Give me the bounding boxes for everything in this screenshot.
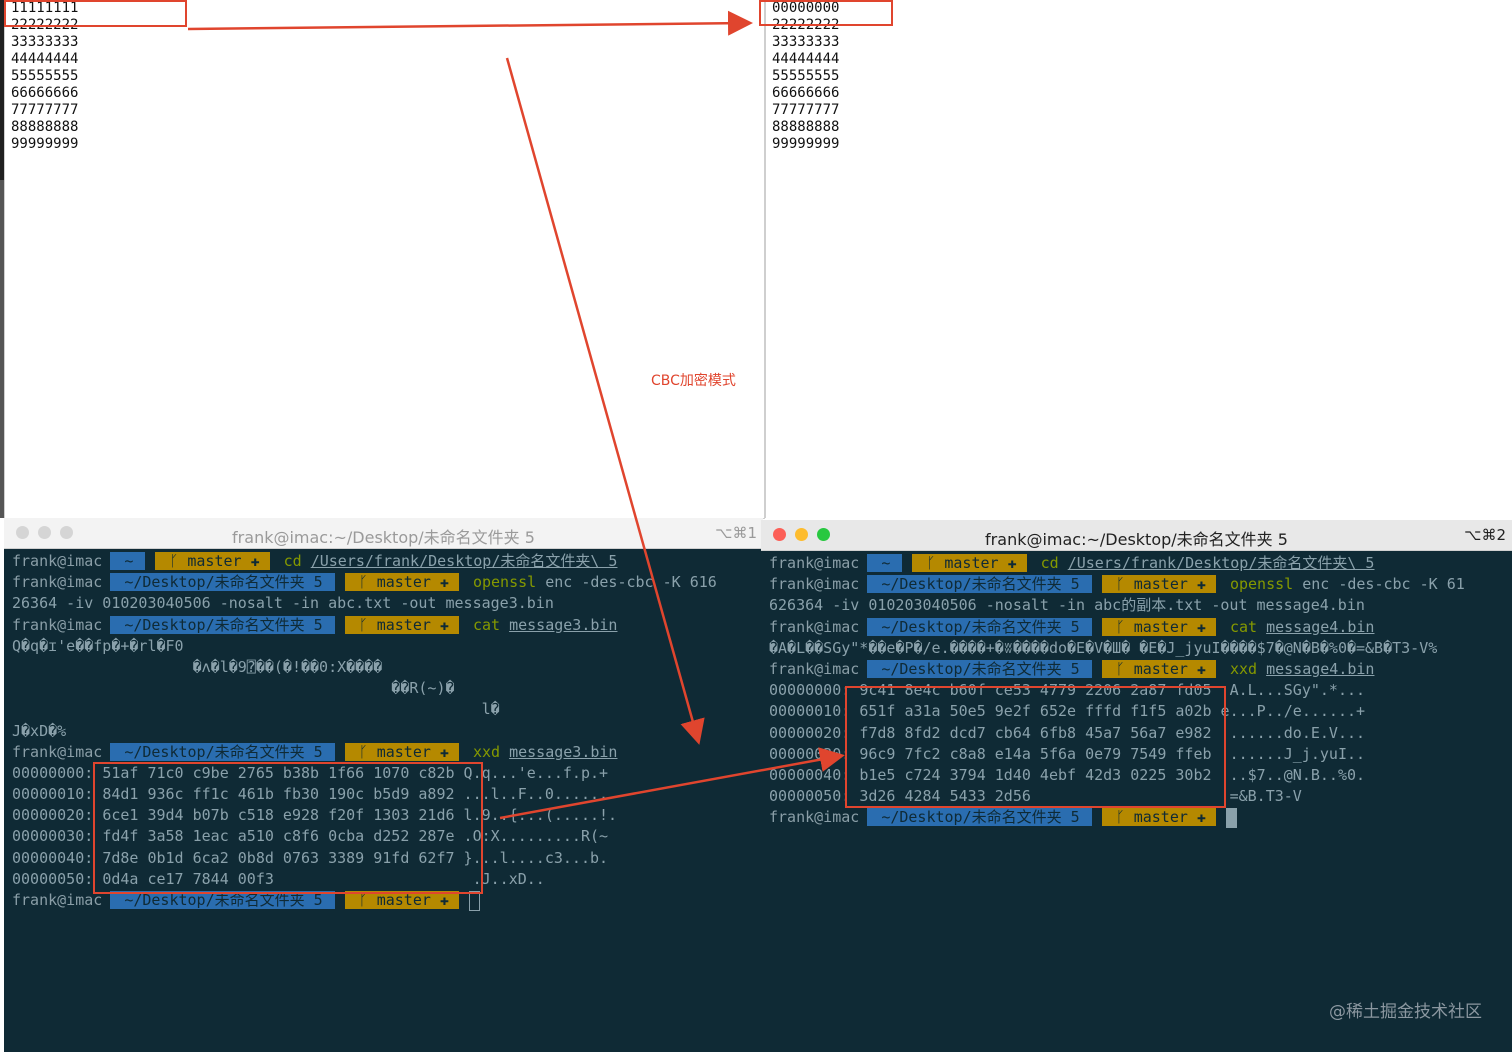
arrow-first-line [187,10,753,36]
watermark: @稀土掘金技术社区 [1329,1002,1482,1022]
arrow-hex [499,747,845,820]
annotation-arrows [187,10,845,820]
arrow-cbc [505,57,705,745]
